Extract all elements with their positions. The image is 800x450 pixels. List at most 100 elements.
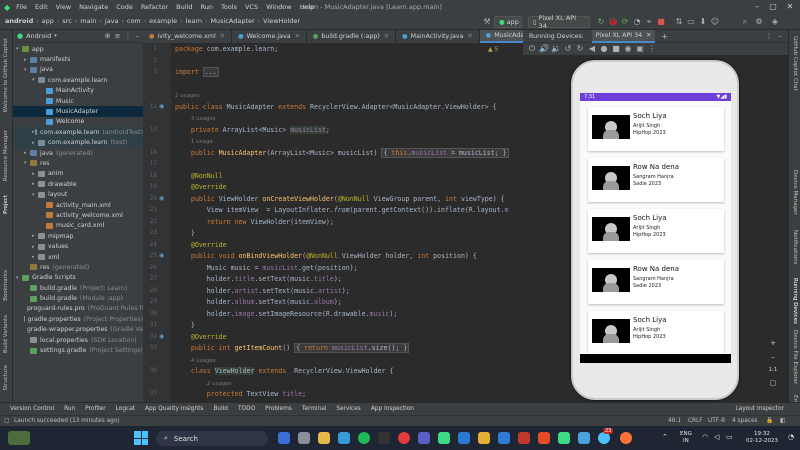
run-icon[interactable]: ↻ <box>596 17 606 27</box>
search-everywhere-icon[interactable]: ⌕ <box>740 17 750 27</box>
tree-item[interactable]: ▾ com.example.learn <box>13 75 143 85</box>
run-config-select[interactable]: ● app <box>494 16 522 28</box>
tray-chevron-icon[interactable]: ⌃ <box>662 433 668 441</box>
editor-tab[interactable]: ●MusicAdapter.java✕ <box>479 30 523 43</box>
tree-item[interactable]: music_card.xml <box>13 221 143 231</box>
account-icon[interactable]: ☺ <box>710 17 720 27</box>
device-manager-icon[interactable]: ▭ <box>686 17 696 27</box>
code-line[interactable]: 32 @Override <box>143 333 523 344</box>
power-icon[interactable]: ⏻ <box>527 44 537 54</box>
breadcrumb-item[interactable]: learn <box>186 17 202 25</box>
code-line[interactable]: 13 private ArrayList<Music> musicList; <box>143 125 523 137</box>
code-line[interactable]: 17 <box>143 160 523 171</box>
menu-item-build[interactable]: Build <box>176 3 192 11</box>
weather-icon[interactable] <box>8 431 30 445</box>
code-line[interactable]: 22 return new ViewHolder(itemView); <box>143 218 523 229</box>
code-line[interactable]: 19 @Override <box>143 183 523 194</box>
strip-running-devices[interactable]: Running Devices <box>792 278 798 324</box>
code-line[interactable]: 12 public class MusicAdapter extends Recy… <box>143 103 523 114</box>
spotify-icon[interactable] <box>358 432 370 444</box>
cursor-position[interactable]: 48:1 <box>668 418 681 424</box>
breadcrumb-item[interactable]: android <box>5 17 33 25</box>
apply-changes-icon[interactable]: ⟳ <box>620 17 630 27</box>
code-line[interactable]: 1 package com.example.learn; <box>143 45 523 56</box>
strip-resource-manager[interactable]: Resource Manager <box>3 130 9 181</box>
minimize-icon[interactable]: – <box>752 2 762 12</box>
edge-icon[interactable] <box>338 432 350 444</box>
breadcrumb-item[interactable]: java <box>105 17 119 25</box>
code-line[interactable]: 33 public int getItemCount() { return mu… <box>143 343 523 355</box>
tree-item[interactable]: MusicAdapter <box>13 106 143 117</box>
sdk-manager-icon[interactable]: ⬇ <box>698 17 708 27</box>
close-tab-icon[interactable]: ✕ <box>646 32 651 39</box>
stop-icon[interactable]: ■ <box>656 17 666 27</box>
override-gutter-icon[interactable]: ◉ <box>159 333 164 340</box>
tool-logcat[interactable]: Logcat <box>116 406 135 412</box>
hide-icon[interactable]: – <box>136 32 140 40</box>
code-line[interactable]: 3 import ... <box>143 67 523 79</box>
code-line[interactable]: 27 holder.title.setText(music.title); <box>143 275 523 286</box>
breadcrumb-item[interactable]: main <box>80 17 96 25</box>
song-card[interactable]: Row Na dena Sangram Hanjra Sadie 2023 <box>588 260 724 304</box>
code-line[interactable]: 31 } <box>143 321 523 332</box>
tree-item[interactable]: ▾ Gradle Scripts <box>13 273 143 283</box>
code-line[interactable]: 29 holder.album.setText(music.album); <box>143 298 523 309</box>
menu-item-tools[interactable]: Tools <box>221 3 237 11</box>
notifications-icon[interactable]: ◔ <box>788 433 794 441</box>
override-gutter-icon[interactable]: ◉ <box>159 103 164 110</box>
tree-item[interactable]: ▾ app <box>13 44 143 54</box>
close-icon[interactable]: ✕ <box>785 2 795 12</box>
store-icon[interactable] <box>458 432 470 444</box>
menu-item-vcs[interactable]: VCS <box>245 3 258 11</box>
editor-tab[interactable]: ● MainActivity.java ✕ <box>396 30 480 43</box>
code-editor[interactable]: 1 package com.example.learn; 2 3 import ... 2… <box>143 43 523 402</box>
rotate-right-icon[interactable]: ↻ <box>575 44 585 54</box>
override-gutter-icon[interactable]: ◉ <box>159 195 164 202</box>
tree-item[interactable]: gradle-wrapper.properties(Gradle Version… <box>13 325 143 335</box>
tree-item[interactable]: local.properties (SDK Location) <box>13 335 143 345</box>
phone-nav-bar[interactable] <box>580 354 731 363</box>
options-icon[interactable]: ⋮ <box>766 32 773 40</box>
code-line[interactable]: 2 usages <box>143 91 523 102</box>
editor-tab[interactable]: ● Welcome.java ✕ <box>232 30 307 43</box>
fit-screen-icon[interactable]: ▢ <box>768 378 778 388</box>
tree-item[interactable]: res (generated) <box>13 262 143 272</box>
tool-build[interactable]: Build <box>213 406 228 412</box>
menu-item-code[interactable]: Code <box>116 3 133 11</box>
tree-item[interactable]: Welcome <box>13 117 143 127</box>
zoom-out-icon[interactable]: – <box>768 352 778 362</box>
tree-item[interactable]: ▸ mipmap <box>13 231 143 241</box>
code-line[interactable]: 3 usages <box>143 114 523 125</box>
tool-app-quality-insights[interactable]: App Quality Insights <box>145 406 203 412</box>
tool-app-inspection[interactable]: App Inspection <box>371 406 414 412</box>
phone-screen[interactable]: Soch Liya Arijit Singh HipHop 2023 Row Na d… <box>580 93 731 363</box>
device-select[interactable]: ▯ Pixel XL API 34 <box>528 14 590 30</box>
screenshot-icon[interactable]: ◉ <box>623 44 633 54</box>
menu-item-view[interactable]: View <box>56 3 71 11</box>
lock-icon[interactable]: 🔓 <box>766 418 773 424</box>
teams-icon[interactable] <box>418 432 430 444</box>
opera-icon[interactable] <box>398 432 410 444</box>
file-encoding[interactable]: UTF-8 <box>708 418 725 424</box>
tree-item[interactable]: ▸ manifests <box>13 54 143 64</box>
code-line[interactable] <box>143 80 523 91</box>
strip-build-variants[interactable]: Build Variants <box>3 315 9 353</box>
app-icon-3[interactable] <box>578 432 590 444</box>
tree-item[interactable]: proguard-rules.pro(ProGuard Rules for ":… <box>13 304 143 314</box>
windows-start-icon[interactable] <box>134 431 148 445</box>
project-view-mode[interactable]: Android <box>26 32 51 40</box>
breadcrumb-item[interactable]: ViewHolder <box>263 17 300 25</box>
menu-item-refactor[interactable]: Refactor <box>141 3 168 11</box>
breadcrumb-item[interactable]: app <box>42 17 54 25</box>
code-line[interactable]: 14 public MusicAdapter(ArrayList<Music> … <box>143 147 523 160</box>
menu-item-window[interactable]: Window <box>266 3 292 11</box>
record-icon[interactable]: ▣ <box>635 44 645 54</box>
tree-item[interactable]: build.gradle (Module :app) <box>13 293 143 303</box>
tree-item[interactable]: ▾ java <box>13 65 143 75</box>
device-tab[interactable]: Pixel XL API 34 ✕ <box>591 29 656 43</box>
zoom-actual-size[interactable]: 1:1 <box>768 365 778 375</box>
editor-tab[interactable]: ● ivity_welcome.xml ✕ <box>143 30 233 43</box>
locate-icon[interactable]: ⊕ <box>105 32 111 40</box>
close-tab-icon[interactable]: ✕ <box>295 33 300 40</box>
strip-device-manager[interactable]: Device Manager <box>792 170 798 215</box>
